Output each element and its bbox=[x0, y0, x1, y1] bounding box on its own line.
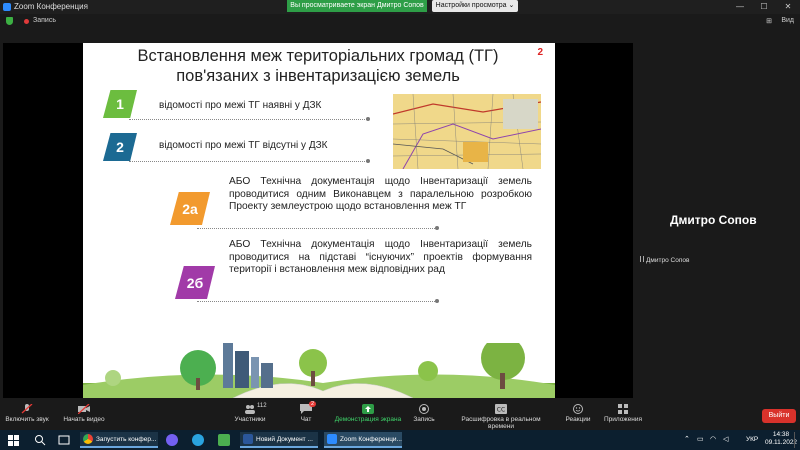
word-task-label: Новий Документ ... bbox=[256, 435, 313, 443]
record-icon bbox=[419, 404, 429, 414]
item-2-text: відомості про межі ТГ відсутні у ДЗК bbox=[159, 140, 328, 151]
clock-time: 14:38 bbox=[772, 431, 790, 438]
volume-icon[interactable]: ◁ bbox=[723, 435, 728, 443]
record-button[interactable]: Запись bbox=[412, 404, 436, 423]
active-speaker-name: Дмитро Сопов bbox=[670, 213, 757, 227]
chat-badge: 2 bbox=[309, 401, 317, 407]
line-end-dot bbox=[366, 117, 370, 121]
signal-icon bbox=[640, 256, 644, 262]
share-screen-icon bbox=[362, 404, 374, 414]
gallery-icon[interactable]: ⊞ bbox=[766, 17, 772, 25]
view-button[interactable]: Вид bbox=[781, 17, 794, 24]
clock-date: 09.11.2022 bbox=[765, 439, 798, 446]
maximize-button[interactable]: ☐ bbox=[752, 0, 776, 14]
show-desktop-button[interactable] bbox=[794, 432, 799, 448]
line-end-dot bbox=[435, 299, 439, 303]
minimize-button[interactable]: — bbox=[728, 0, 752, 14]
taskbar-zoom-app[interactable]: Zoom Конференци... bbox=[324, 432, 402, 448]
cc-icon: CC bbox=[495, 404, 507, 414]
leave-meeting-button[interactable]: Выйти bbox=[762, 409, 796, 423]
shared-screen: Встановлення меж територіальних громад (… bbox=[3, 43, 633, 398]
tray-chevron-icon[interactable]: ⌃ bbox=[684, 435, 690, 443]
record-dot-icon bbox=[24, 19, 29, 24]
option-2a-text: АБО Технічна документація щодо Інвентари… bbox=[229, 176, 532, 212]
reactions-button[interactable]: Реакции bbox=[564, 404, 592, 423]
record-label: Запись bbox=[413, 416, 435, 423]
participants-label: Участники bbox=[234, 416, 266, 423]
slide-number: 2 bbox=[537, 47, 543, 58]
option-badge-2a: 2а bbox=[170, 192, 210, 225]
screen-share-banner: Вы просматриваете экран Дмитро Сопов bbox=[287, 0, 427, 12]
chrome-icon bbox=[83, 434, 93, 444]
cadastral-map-image bbox=[393, 94, 541, 169]
zoom-logo-icon bbox=[3, 3, 11, 11]
smiley-icon bbox=[573, 404, 583, 414]
chat-label: Чат bbox=[300, 416, 312, 423]
divider-line bbox=[197, 228, 437, 229]
apps-label: Приложения bbox=[603, 416, 643, 423]
participants-icon bbox=[245, 405, 255, 414]
window-title: Zoom Конференция bbox=[14, 2, 88, 11]
line-end-dot bbox=[435, 226, 439, 230]
keyboard-language[interactable]: УКР bbox=[746, 436, 758, 443]
apps-button[interactable]: Приложения bbox=[602, 404, 644, 423]
word-icon bbox=[243, 434, 253, 444]
meeting-status-bar: Запись bbox=[0, 14, 800, 28]
battery-icon[interactable]: ▭ bbox=[697, 435, 704, 443]
slide-title-line-1: Встановлення меж територіальних громад (… bbox=[137, 47, 499, 65]
slide-title: Встановлення меж територіальних громад (… bbox=[103, 46, 533, 86]
windows-start-icon[interactable] bbox=[8, 433, 20, 447]
line-end-dot bbox=[366, 159, 370, 163]
recording-label: Запись bbox=[33, 17, 56, 24]
zoom-taskbar-icon bbox=[327, 434, 337, 444]
participant-tile-label[interactable]: Дмитро Сопов bbox=[640, 256, 689, 264]
telegram-icon[interactable] bbox=[192, 434, 204, 446]
search-icon[interactable] bbox=[34, 433, 46, 447]
share-screen-label: Демонстрация экрана bbox=[334, 416, 402, 423]
taskbar-chrome-app[interactable]: Запустить конфер... bbox=[80, 432, 158, 448]
step-badge-2: 2 bbox=[103, 133, 137, 161]
store-icon[interactable] bbox=[218, 434, 230, 446]
slide-title-line-2: пов'язаних з інвентаризацією земель bbox=[176, 67, 460, 85]
clock[interactable]: 14:38 09.11.2022 bbox=[765, 431, 797, 447]
item-1-text: відомості про межі ТГ наявні у ДЗК bbox=[159, 100, 322, 111]
apps-icon bbox=[618, 404, 628, 414]
start-video-button[interactable]: Начать видео bbox=[60, 404, 108, 423]
task-view-icon[interactable] bbox=[58, 433, 70, 447]
option-badge-2b: 2б bbox=[175, 266, 215, 299]
close-button[interactable]: ✕ bbox=[776, 0, 800, 14]
taskbar-word-app[interactable]: Новий Документ ... bbox=[240, 432, 318, 448]
landscape-illustration bbox=[83, 343, 555, 398]
network-icon[interactable]: ◠ bbox=[710, 435, 716, 443]
windows-taskbar: Запустить конфер... Новий Документ ... Z… bbox=[0, 430, 800, 450]
reactions-label: Реакции bbox=[565, 416, 591, 423]
option-2b-text: АБО Технічна документація щодо Інвентари… bbox=[229, 239, 532, 275]
participant-panel: Дмитро Сопов Дмитро Сопов bbox=[636, 43, 800, 398]
unmute-label: Включить звук bbox=[5, 416, 49, 423]
share-screen-button[interactable]: Демонстрация экрана bbox=[334, 404, 402, 423]
divider-line bbox=[129, 161, 369, 162]
step-badge-1: 1 bbox=[103, 90, 137, 118]
participants-count: 112 bbox=[257, 403, 267, 409]
participant-tile-name: Дмитро Сопов bbox=[646, 257, 690, 264]
meeting-toolbar: Включить звук Начать видео Участники 112… bbox=[0, 398, 800, 430]
live-transcript-label: Расшифровка в реальном времени bbox=[461, 416, 541, 430]
shield-icon[interactable] bbox=[6, 17, 13, 25]
unmute-button[interactable]: Включить звук bbox=[4, 404, 50, 423]
video-off-icon bbox=[78, 404, 90, 414]
zoom-task-label: Zoom Конференци... bbox=[340, 435, 402, 443]
divider-line bbox=[129, 119, 369, 120]
presentation-slide: Встановлення меж територіальних громад (… bbox=[83, 43, 555, 398]
muted-mic-icon bbox=[21, 404, 33, 414]
live-transcript-button[interactable]: CC Расшифровка в реальном времени bbox=[448, 404, 554, 430]
chrome-task-label: Запустить конфер... bbox=[96, 435, 157, 443]
viber-icon[interactable] bbox=[166, 434, 178, 446]
view-options-button[interactable]: Настройки просмотра ⌄ bbox=[432, 0, 518, 12]
start-video-label: Начать видео bbox=[63, 416, 105, 423]
svg-text:CC: CC bbox=[497, 407, 505, 414]
divider-line bbox=[197, 301, 437, 302]
